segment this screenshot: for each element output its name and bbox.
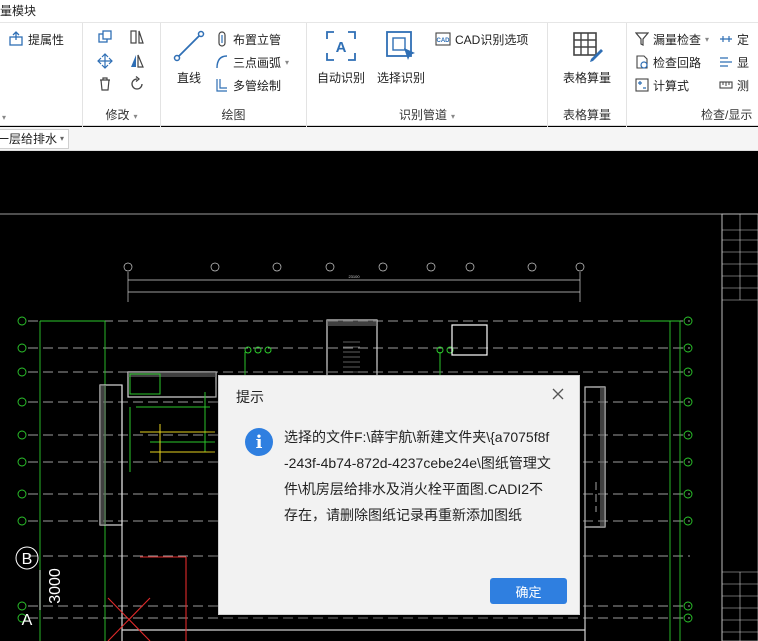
info-icon: i [245, 428, 273, 456]
axis-label-b: B [22, 551, 33, 568]
table-icon [570, 29, 604, 63]
axis-label-a: A [22, 612, 33, 629]
cad-recognize-options-label: CAD识别选项 [455, 32, 529, 47]
flip-icon[interactable] [129, 53, 145, 69]
locate-button[interactable]: 定 [719, 29, 749, 49]
display-icon [719, 54, 733, 70]
multi-pipe-icon [215, 77, 229, 93]
three-point-arc-button[interactable]: 三点画弧 ▾ [215, 52, 289, 72]
floor-select-chevron-down-icon: ▾ [60, 134, 65, 143]
copy-icon[interactable] [97, 29, 113, 45]
ribbon-group-draw-title: 绘图 [221, 108, 246, 122]
ribbon-group-check: 漏量检查 ▾ 检查回路 计算式 定 显 测 检查/显示 [627, 23, 758, 127]
select-recognize-button[interactable]: 选择识别 [375, 29, 427, 86]
cad-recognize-options-button[interactable]: CAD CAD识别选项 [435, 29, 528, 49]
line-icon [172, 29, 206, 63]
ribbon-group-check-title: 检查/显示 [701, 108, 753, 122]
delete-icon[interactable] [97, 76, 113, 92]
ribbon-group-recognize: A 自动识别 选择识别 CAD CAD识别选项 识别管道 ▾ [307, 23, 548, 127]
ribbon-group-recognize-title[interactable]: 识别管道 ▾ [307, 106, 547, 123]
floor-toolbar: 一层给排水 ▾ [0, 127, 758, 151]
pick-properties-button[interactable]: 提属性 [8, 29, 64, 49]
mirror-icon[interactable] [129, 29, 145, 45]
auto-recognize-button[interactable]: A 自动识别 [315, 29, 367, 86]
arc-dropdown-icon[interactable]: ▾ [285, 58, 289, 67]
dialog-message: 选择的文件F:\薛宇航\新建文件夹\{a7075f8f-243f-4b74-87… [284, 429, 551, 523]
locate-icon [719, 31, 733, 47]
measure-label: 测 [737, 78, 750, 93]
dialog-title: 提示 [236, 389, 264, 405]
cad-options-icon: CAD [435, 31, 451, 47]
svg-text:A: A [336, 39, 347, 56]
arc-icon [215, 54, 229, 70]
floor-select[interactable]: 一层给排水 ▾ [0, 129, 70, 149]
formula-label: 计算式 [653, 78, 690, 93]
table-quantity-label: 表格算量 [562, 71, 611, 85]
measure-icon [719, 77, 733, 93]
formula-button[interactable]: 计算式 [635, 75, 689, 95]
svg-text:CAD: CAD [437, 38, 451, 44]
display-label: 显 [737, 55, 750, 70]
display-button[interactable]: 显 [719, 52, 749, 72]
multi-pipe-draw-label: 多管绘制 [233, 78, 282, 93]
prompt-dialog: 提示 i 选择的文件F:\薛宇航\新建文件夹\{a7075f8f-243f-4b… [218, 375, 580, 615]
multi-pipe-draw-button[interactable]: 多管绘制 [215, 75, 281, 95]
ribbon-group-properties-caret[interactable]: ▾ [0, 109, 82, 123]
ribbon-group-modify-title[interactable]: 修改 ▾ [83, 106, 160, 123]
line-button[interactable]: 直线 [171, 29, 207, 86]
pick-properties-icon [8, 31, 24, 47]
locate-label: 定 [737, 32, 750, 47]
loop-check-icon [635, 54, 649, 70]
check-loop-button[interactable]: 检查回路 [635, 52, 701, 72]
ok-button[interactable]: 确定 [490, 578, 567, 604]
close-icon[interactable] [549, 385, 567, 403]
leak-check-label: 漏量检查 [653, 32, 702, 47]
check-loop-label: 检查回路 [653, 55, 702, 70]
ribbon-group-draw: 直线 布置立管 三点画弧 ▾ 多管绘制 绘图 [161, 23, 307, 127]
move-icon[interactable] [97, 53, 113, 69]
ribbon-group-table: 表格算量 表格算量 [548, 23, 627, 127]
select-recognize-label: 选择识别 [376, 71, 425, 85]
floor-select-value: 一层给排水 [0, 132, 58, 146]
pick-properties-label: 提属性 [28, 32, 65, 47]
auto-recognize-icon: A [324, 29, 358, 63]
ribbon-tab[interactable]: 计量模块 [0, 0, 36, 22]
ribbon-group-properties: 提属性 ▾ [0, 23, 83, 127]
place-riser-button[interactable]: 布置立管 [215, 29, 281, 49]
measure-button[interactable]: 测 [719, 75, 749, 95]
ribbon-group-table-title: 表格算量 [562, 108, 611, 122]
place-riser-label: 布置立管 [233, 32, 282, 47]
top-dimension-label: 23100 [348, 274, 360, 279]
three-point-arc-label: 三点画弧 [233, 55, 282, 70]
line-label: 直线 [176, 71, 201, 85]
leak-check-button[interactable]: 漏量检查 ▾ [635, 29, 709, 49]
ribbon-group-modify: 修改 ▾ [83, 23, 161, 127]
leak-check-dropdown-icon[interactable]: ▾ [705, 35, 709, 44]
ribbon-body: 提属性 ▾ 修改 ▾ 直线 布置立管 三点画弧 ▾ 多管绘制 绘图 A 自动识别… [0, 22, 758, 127]
auto-recognize-label: 自动识别 [316, 71, 365, 85]
formula-icon [635, 77, 649, 93]
rotate-icon[interactable] [129, 76, 145, 92]
funnel-icon [635, 31, 649, 47]
riser-icon [215, 31, 229, 47]
select-recognize-icon [384, 29, 418, 63]
ribbon: 计量模块 提属性 ▾ [0, 0, 758, 127]
table-quantity-button[interactable]: 表格算量 [558, 29, 616, 86]
dimension-label: 3000 [47, 568, 64, 604]
